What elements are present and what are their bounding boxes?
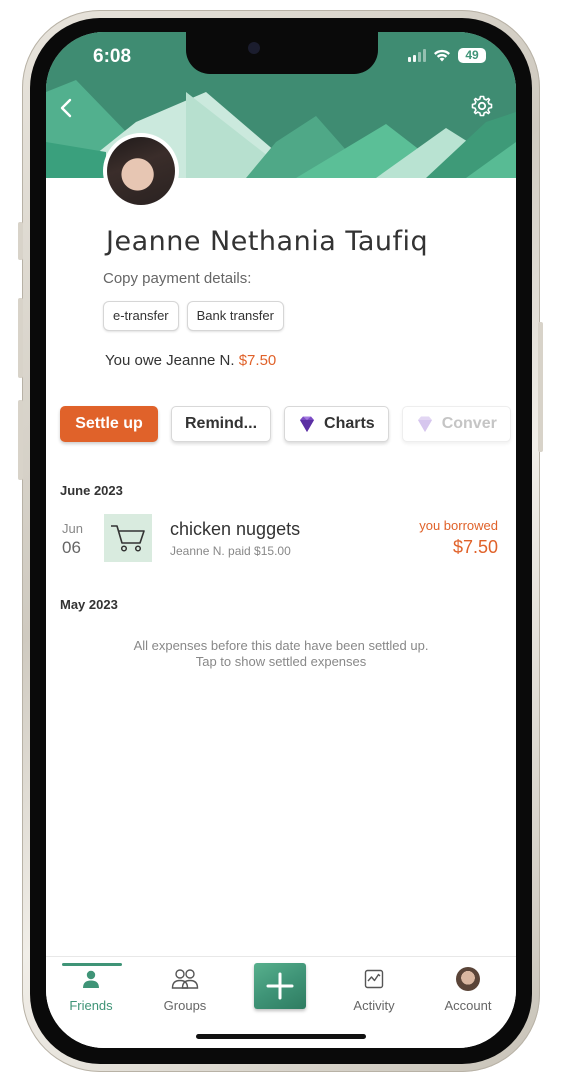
balance-summary: You owe Jeanne N. $7.50 [105, 352, 276, 369]
bank-transfer-chip[interactable]: Bank transfer [186, 301, 284, 331]
expense-day: 06 [62, 538, 81, 557]
camera-notch [186, 32, 378, 74]
battery-indicator: 49 [458, 48, 486, 63]
account-avatar [456, 967, 480, 991]
phone-side-button [18, 222, 23, 260]
shopping-cart-icon [111, 525, 145, 552]
tab-account-label: Account [444, 998, 492, 1013]
back-chevron-icon[interactable] [56, 96, 78, 120]
month-header-june: June 2023 [60, 483, 123, 498]
phone-side-button [18, 400, 23, 480]
friend-name: Jeanne Nethania Taufiq [106, 226, 429, 257]
tab-activity[interactable]: Activity [329, 965, 419, 1013]
expense-month: Jun [62, 521, 83, 536]
owe-text: You owe Jeanne N. [105, 352, 235, 369]
avatar-photo [107, 137, 175, 205]
expense-amount: $7.50 [452, 537, 498, 557]
month-header-may: May 2023 [60, 597, 118, 612]
charts-label: Charts [324, 415, 375, 432]
tab-friends-label: Friends [69, 998, 113, 1013]
charts-button[interactable]: Charts [284, 406, 389, 442]
diamond-icon [300, 416, 315, 432]
home-indicator [196, 1034, 366, 1039]
convert-label: Conver [441, 415, 497, 432]
phone-side-button [18, 298, 23, 378]
front-camera [248, 42, 260, 54]
copy-payment-label: Copy payment details: [103, 270, 252, 287]
group-icon [171, 969, 199, 989]
tab-account[interactable]: Account [423, 965, 513, 1013]
profile-avatar [103, 133, 179, 209]
e-transfer-chip[interactable]: e-transfer [103, 301, 179, 331]
payment-method-chips: e-transfer Bank transfer [103, 301, 284, 331]
action-buttons: Settle up Remind... Charts Conver [60, 406, 511, 442]
settings-gear-icon[interactable] [470, 94, 494, 118]
tab-activity-label: Activity [353, 998, 395, 1013]
settled-line-1: All expenses before this date have been … [133, 638, 429, 653]
owe-amount: $7.50 [238, 352, 277, 369]
tab-groups-label: Groups [163, 998, 207, 1013]
add-expense-button[interactable] [254, 963, 306, 1009]
cellular-signal-icon [408, 49, 426, 62]
settled-line-2: Tap to show settled expenses [195, 654, 367, 669]
active-tab-indicator [62, 963, 122, 966]
wifi-icon [434, 49, 450, 62]
person-icon [83, 970, 99, 988]
expense-category-tile [104, 514, 152, 562]
expense-date: Jun 06 [62, 521, 83, 558]
plus-icon [266, 972, 294, 1000]
tab-friends[interactable]: Friends [46, 963, 136, 1013]
phone-side-button [538, 322, 543, 452]
activity-icon [364, 969, 384, 989]
status-time: 6:08 [93, 46, 132, 67]
app-screen: 6:08 49 Jeanne Nethania Taufiq Copy paym… [46, 32, 516, 1048]
expense-status-label: you borrowed [419, 518, 498, 533]
status-indicators: 49 [408, 48, 486, 63]
expense-title: chicken nuggets [170, 519, 301, 539]
expense-balance: you borrowed $7.50 [419, 518, 498, 558]
diamond-icon [417, 416, 432, 432]
settle-up-button[interactable]: Settle up [60, 406, 158, 442]
convert-button[interactable]: Conver [401, 406, 511, 442]
tab-groups[interactable]: Groups [140, 965, 230, 1013]
remind-button[interactable]: Remind... [171, 406, 272, 442]
settled-expenses-notice[interactable]: All expenses before this date have been … [46, 638, 516, 670]
expense-subtitle: Jeanne N. paid $15.00 [170, 544, 291, 558]
